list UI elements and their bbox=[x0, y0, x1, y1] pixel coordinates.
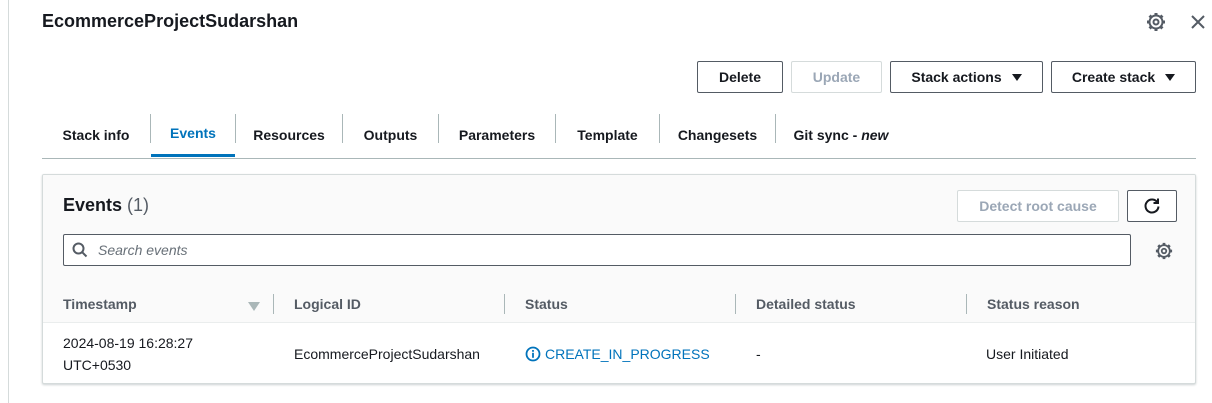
column-resizer[interactable] bbox=[504, 294, 505, 314]
tab-stack-info[interactable]: Stack info bbox=[42, 112, 150, 157]
cell-status: CREATE_IN_PROGRESS bbox=[525, 323, 710, 383]
column-header-detailed-status[interactable]: Detailed status bbox=[756, 286, 856, 322]
detect-root-cause-button[interactable]: Detect root cause bbox=[957, 190, 1119, 222]
column-header-timestamp[interactable]: Timestamp bbox=[63, 286, 137, 322]
caret-down-icon bbox=[1165, 73, 1176, 81]
events-panel-title: Events (1) bbox=[63, 195, 149, 216]
tab-template[interactable]: Template bbox=[556, 112, 659, 157]
left-divider bbox=[8, 0, 9, 403]
stack-actions-button[interactable]: Stack actions bbox=[890, 61, 1043, 93]
close-icon[interactable] bbox=[1187, 11, 1209, 33]
search-events-field[interactable] bbox=[63, 234, 1131, 266]
tab-git-sync-label: Git sync - bbox=[793, 126, 862, 143]
update-button[interactable]: Update bbox=[791, 61, 882, 93]
cell-timestamp: 2024-08-19 16:28:27 UTC+0530 bbox=[63, 323, 193, 383]
column-header-logical-id[interactable]: Logical ID bbox=[294, 286, 361, 322]
cell-logical-id: EcommerceProjectSudarshan bbox=[294, 346, 480, 362]
column-resizer[interactable] bbox=[966, 294, 967, 314]
timestamp-zone: UTC+0530 bbox=[63, 357, 132, 373]
search-input[interactable] bbox=[96, 235, 1120, 265]
events-count: (1) bbox=[127, 195, 150, 215]
tab-events[interactable]: Events bbox=[151, 112, 235, 157]
column-resizer[interactable] bbox=[735, 294, 736, 314]
cell-detailed-status: - bbox=[756, 346, 761, 362]
tab-resources[interactable]: Resources bbox=[236, 112, 342, 157]
events-title: Events bbox=[63, 195, 123, 215]
tab-parameters[interactable]: Parameters bbox=[439, 112, 555, 157]
search-icon bbox=[64, 242, 96, 258]
column-header-status[interactable]: Status bbox=[525, 286, 568, 322]
stack-tabs: Stack info Events Resources Outputs Para… bbox=[42, 112, 1196, 159]
create-stack-button[interactable]: Create stack bbox=[1051, 61, 1196, 93]
caret-down-icon bbox=[1011, 73, 1022, 81]
tab-outputs[interactable]: Outputs bbox=[343, 112, 438, 157]
events-table-header: Timestamp Logical ID Status Detailed sta… bbox=[43, 286, 1195, 323]
new-badge: new bbox=[861, 126, 889, 143]
refresh-button[interactable] bbox=[1127, 190, 1177, 222]
cell-status-reason: User Initiated bbox=[986, 346, 1069, 362]
page-title: EcommerceProjectSudarshan bbox=[42, 11, 299, 31]
column-header-status-reason[interactable]: Status reason bbox=[987, 286, 1080, 322]
tab-changesets[interactable]: Changesets bbox=[660, 112, 775, 157]
delete-button[interactable]: Delete bbox=[697, 61, 783, 93]
timestamp-date: 2024-08-19 16:28:27 bbox=[63, 335, 193, 351]
refresh-icon bbox=[1144, 198, 1160, 214]
tab-git-sync[interactable]: Git sync - new bbox=[776, 112, 906, 157]
events-panel: Events (1) Detect root cause Search even… bbox=[42, 174, 1196, 384]
create-stack-label: Create stack bbox=[1071, 69, 1156, 85]
stack-actions-label: Stack actions bbox=[911, 69, 1002, 85]
status-text: CREATE_IN_PROGRESS bbox=[545, 346, 710, 362]
sort-descending-icon[interactable] bbox=[248, 299, 260, 317]
info-icon bbox=[525, 346, 541, 362]
column-resizer[interactable] bbox=[273, 294, 274, 314]
table-row: 2024-08-19 16:28:27 UTC+0530 EcommercePr… bbox=[43, 323, 1195, 383]
gear-icon[interactable] bbox=[1145, 11, 1167, 33]
table-settings-icon[interactable] bbox=[1153, 240, 1175, 262]
